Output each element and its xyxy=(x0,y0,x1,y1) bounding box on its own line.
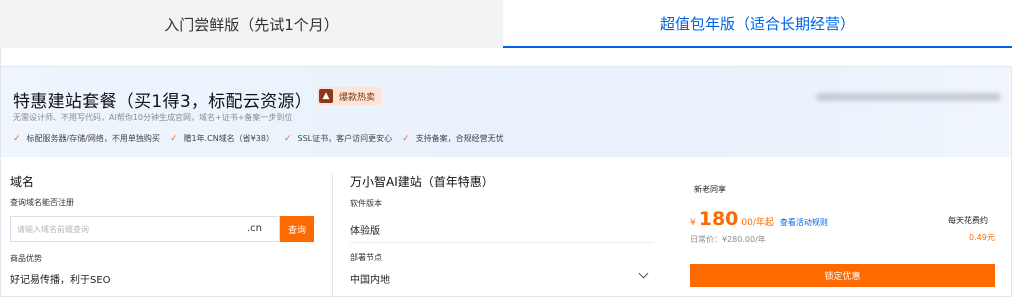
hot-badge: ▲ 爆款热卖 xyxy=(317,87,382,105)
feature-label: SSL证书，客户访问更安心 xyxy=(297,134,393,143)
advantage-value: 好记易传播，利于SEO xyxy=(10,275,111,286)
domain-title: 域名 xyxy=(10,175,35,189)
fire-icon: ▲ xyxy=(319,89,333,103)
package-panel: 特惠建站套餐（买1得3，标配云资源） ▲ 爆款热卖 无需设计师、不用写代码，AI… xyxy=(0,66,1012,297)
daily-cost-label: 每天花费约 xyxy=(948,216,988,225)
version-label: 软件版本 xyxy=(350,199,382,208)
price-unit: 00/年起 xyxy=(741,218,774,228)
check-icon: ✓ xyxy=(283,133,292,144)
price-currency: ¥ xyxy=(690,218,696,228)
tab-annual[interactable]: 超值包年版（适合长期经营） xyxy=(503,0,1012,48)
tab-starter[interactable]: 入门尝鲜版（先试1个月） xyxy=(0,0,503,48)
node-label: 部署节点 xyxy=(350,253,382,262)
feature-label: 标配服务器/存储/网络，不用单独购买 xyxy=(26,134,160,143)
blurred-illustration xyxy=(816,93,1001,101)
feature-item: ✓ 赠1年.CN域名（省¥38） xyxy=(170,133,274,144)
version-underline xyxy=(350,242,654,243)
feature-item: ✓ SSL证书，客户访问更安心 xyxy=(284,133,392,144)
pricing-tabs: 入门尝鲜版（先试1个月） 超值包年版（适合长期经营） xyxy=(0,0,1024,48)
domain-query-label: 查询域名能否注册 xyxy=(10,198,74,207)
package-title: 特惠建站套餐（买1得3，标配云资源） xyxy=(13,92,313,112)
domain-search-box: .cn xyxy=(10,216,280,242)
package-banner: 特惠建站套餐（买1得3，标配云资源） ▲ 爆款热卖 无需设计师、不用写代码，AI… xyxy=(1,67,1011,157)
site-title: 万小智AI建站（首年特惠） xyxy=(350,175,494,189)
daily-cost-value: 0.49元 xyxy=(969,233,995,242)
domain-query-button[interactable]: 查询 xyxy=(280,216,314,242)
domain-suffix: .cn xyxy=(247,223,263,234)
lock-discount-button[interactable]: 锁定优惠 xyxy=(690,264,995,287)
feature-item: ✓ 支持备案，合规经营无忧 xyxy=(402,133,504,144)
activity-rules-link[interactable]: 查看活动规则 xyxy=(780,217,828,228)
check-icon: ✓ xyxy=(402,133,410,144)
package-subtitle: 无需设计师、不用写代码，AI帮你10分钟生成官网，域名+证书+备案一步到位 xyxy=(13,113,293,122)
feature-item: ✓ 标配服务器/存储/网络，不用单独购买 xyxy=(13,133,160,144)
feature-label: 赠1年.CN域名（省¥38） xyxy=(183,134,274,143)
feature-list: ✓ 标配服务器/存储/网络，不用单独购买 ✓ 赠1年.CN域名（省¥38） ✓ SSL… xyxy=(13,133,514,144)
version-value[interactable]: 体验版 xyxy=(350,222,380,237)
price-value: 180 xyxy=(698,208,739,230)
check-icon: ✓ xyxy=(169,133,178,144)
new-old-badge: 新老同享 xyxy=(694,185,726,194)
feature-label: 支持备案，合规经营无忧 xyxy=(415,134,504,143)
hot-badge-label: 爆款热卖 xyxy=(339,92,376,103)
price-row: ¥ 180 00/年起 查看活动规则 xyxy=(690,208,828,230)
node-select[interactable]: 中国内地 xyxy=(350,271,390,286)
original-price: 日常价：¥280.00/年 xyxy=(690,235,766,244)
tab-spacer xyxy=(1012,0,1024,48)
column-divider xyxy=(332,173,333,297)
domain-search-input[interactable] xyxy=(11,217,221,242)
check-icon: ✓ xyxy=(13,133,21,144)
advantage-label: 商品优势 xyxy=(10,254,42,263)
